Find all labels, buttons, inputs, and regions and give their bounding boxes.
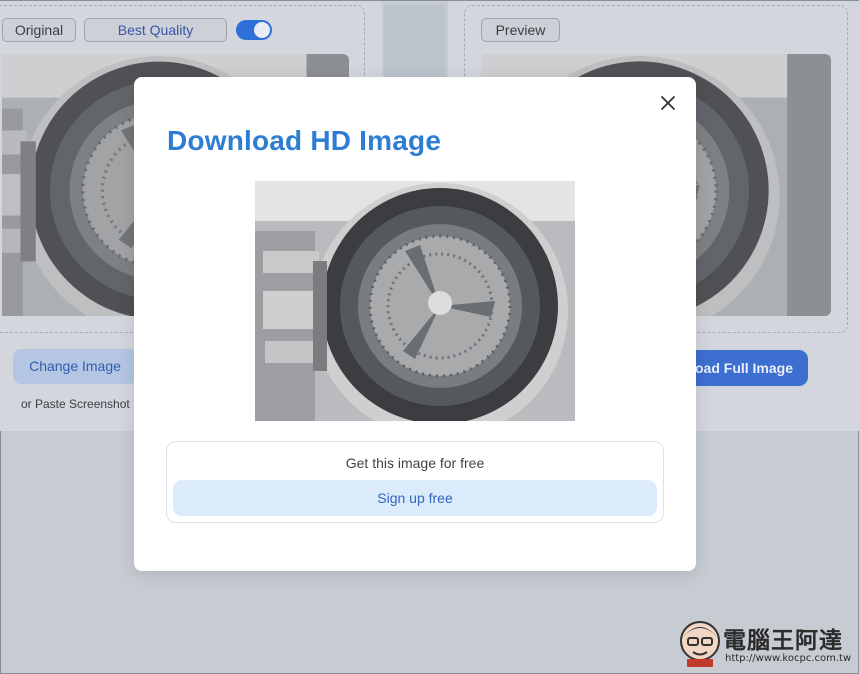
hd-image-preview — [255, 181, 575, 421]
mascot-logo-icon — [680, 621, 720, 667]
free-offer-text: Get this image for free — [345, 455, 485, 471]
close-icon[interactable] — [658, 93, 678, 113]
quality-toggle[interactable] — [236, 20, 272, 40]
paste-screenshot-hint: or Paste Screenshot — [21, 397, 130, 411]
watermark: 電腦王阿達 http://www.kocpc.com.tw — [679, 617, 855, 669]
download-hd-modal: Download HD Image Get this image for fre… — [134, 77, 696, 571]
modal-title: Download HD Image — [167, 125, 442, 156]
watermark-url: http://www.kocpc.com.tw — [725, 653, 852, 664]
change-image-button[interactable]: Change Image — [13, 349, 137, 384]
watermark-text: 電腦王阿達 — [723, 628, 843, 654]
toggle-knob — [254, 22, 270, 38]
best-quality-button[interactable]: Best Quality — [84, 18, 227, 42]
original-tab[interactable]: Original — [2, 18, 76, 42]
free-offer-box: Get this image for free Sign up free — [166, 441, 664, 523]
sign-up-free-button[interactable]: Sign up free — [173, 480, 657, 516]
preview-tab[interactable]: Preview — [481, 18, 560, 42]
